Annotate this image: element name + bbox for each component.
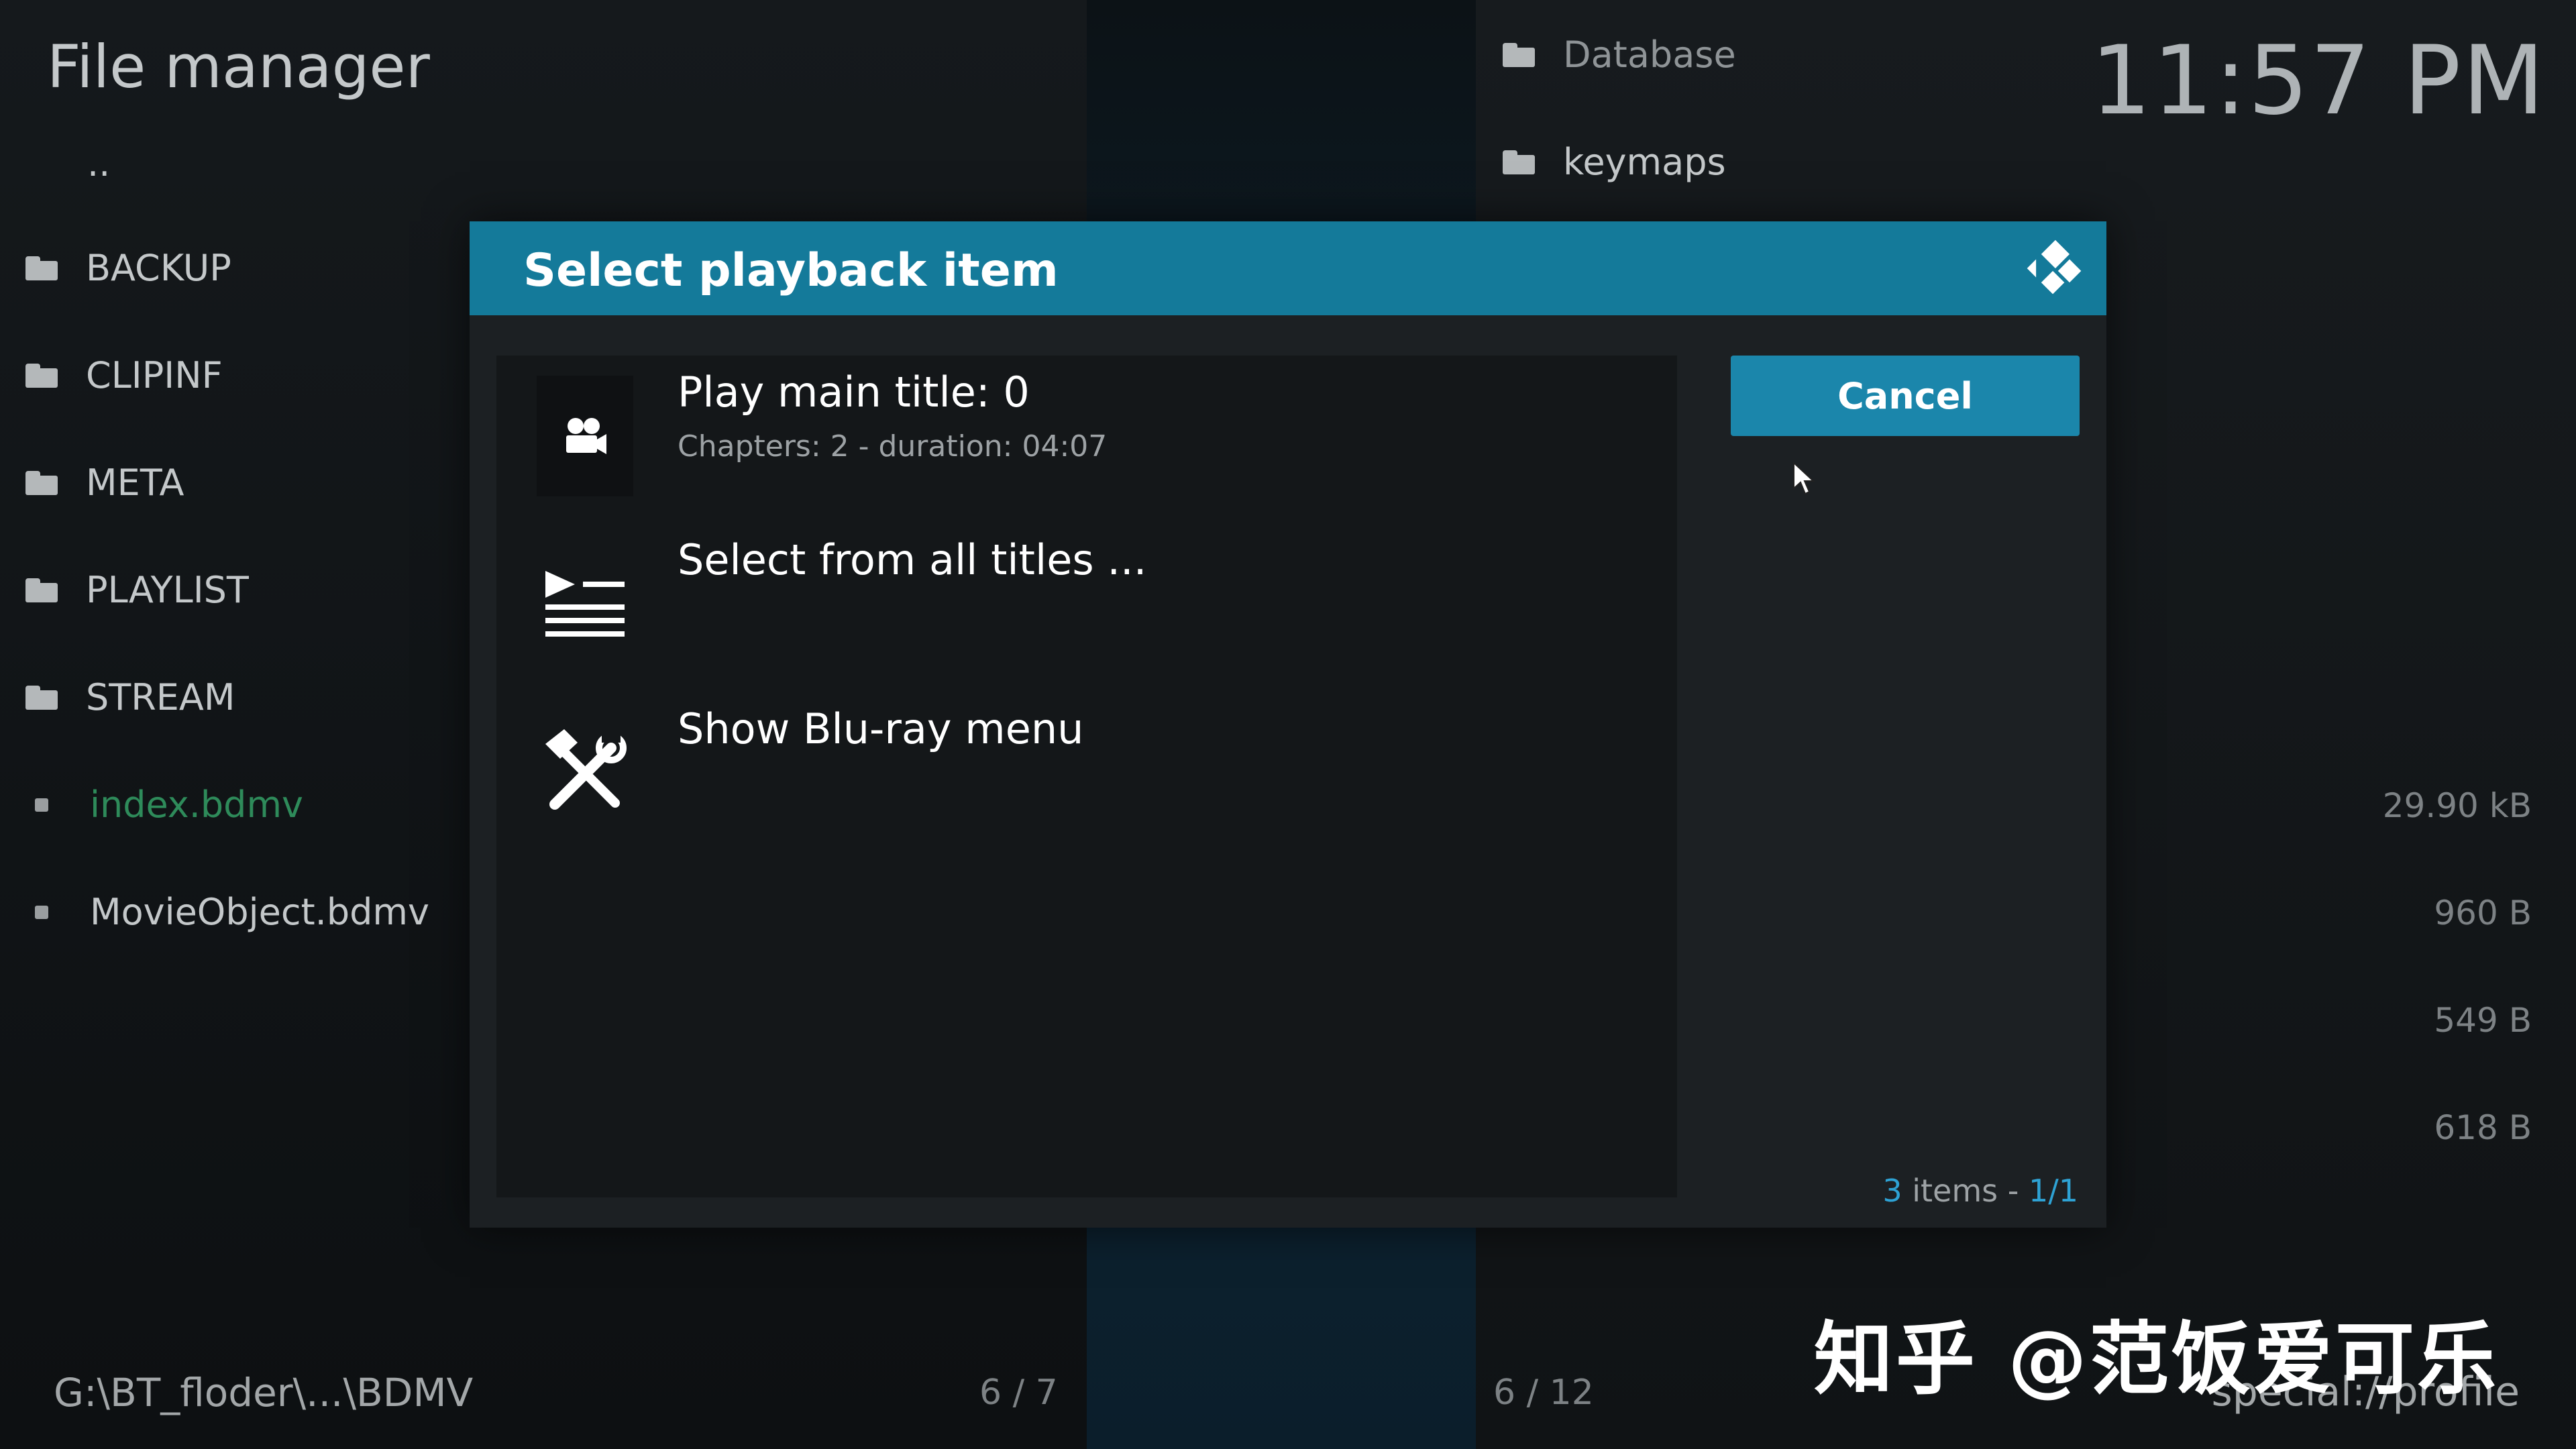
folder-label: META <box>86 462 184 504</box>
folder-label: PLAYLIST <box>86 569 249 611</box>
left-file-index-bdmv[interactable]: index.bdmv <box>25 784 303 826</box>
tools-icon <box>537 712 633 833</box>
file-size: 549 B <box>2434 1001 2532 1040</box>
folder-icon <box>25 685 58 710</box>
left-path: G:\BT_floder\...\BDMV <box>54 1370 474 1415</box>
file-icon <box>35 905 48 919</box>
dialog-title: Select playback item <box>523 244 1059 297</box>
folder-label: BACKUP <box>86 247 231 289</box>
items-page: 1/1 <box>2028 1173 2078 1209</box>
left-folder-clipinf[interactable]: CLIPINF <box>25 354 223 396</box>
dialog-header: Select playback item <box>470 221 2106 315</box>
right-folder-keymaps[interactable]: keymaps <box>1503 141 1726 183</box>
item-label: Show Blu-ray menu <box>678 704 1084 753</box>
left-item-count: 6 / 7 <box>979 1373 1058 1413</box>
video-camera-icon <box>537 376 633 496</box>
file-label: MovieObject.bdmv <box>90 891 429 933</box>
list-item-select-all-titles[interactable]: Select from all titles ... <box>496 523 1677 684</box>
file-size: 29.90 kB <box>2382 786 2532 825</box>
kodi-logo-icon <box>2027 239 2082 294</box>
left-folder-meta[interactable]: META <box>25 462 184 504</box>
folder-icon <box>1503 42 1535 67</box>
folder-icon <box>25 363 58 388</box>
file-icon <box>35 798 48 812</box>
right-item-count: 6 / 12 <box>1493 1373 1594 1413</box>
folder-icon <box>25 470 58 495</box>
select-playback-dialog: Select playback item Play main title: 0 … <box>470 221 2106 1228</box>
items-count-text: items - <box>1902 1173 2029 1209</box>
clock: 11:57 PM <box>2090 25 2546 136</box>
right-folder-database[interactable]: Database <box>1503 34 1736 76</box>
left-folder-playlist[interactable]: PLAYLIST <box>25 569 249 611</box>
page-title: File manager <box>47 32 430 101</box>
items-count-number: 3 <box>1882 1173 1902 1209</box>
folder-label: Database <box>1563 34 1736 76</box>
item-label: Play main title: 0 <box>678 368 1030 417</box>
file-size: 618 B <box>2434 1108 2532 1147</box>
item-label: Select from all titles ... <box>678 535 1147 584</box>
playback-item-list: Play main title: 0 Chapters: 2 - duratio… <box>496 356 1677 1197</box>
folder-icon <box>25 256 58 280</box>
file-label: index.bdmv <box>90 784 304 826</box>
parent-folder-item[interactable]: .. <box>87 142 110 184</box>
cancel-button[interactable]: Cancel <box>1731 356 2080 436</box>
mouse-cursor-icon <box>1793 462 1815 495</box>
item-subtitle: Chapters: 2 - duration: 04:07 <box>678 429 1108 464</box>
folder-label: STREAM <box>86 676 235 718</box>
items-count: 3 items - 1/1 <box>1882 1173 2078 1209</box>
left-file-movieobject-bdmv[interactable]: MovieObject.bdmv <box>25 891 429 933</box>
playlist-icon <box>537 543 633 664</box>
folder-label: keymaps <box>1563 141 1726 183</box>
list-item-show-bluray-menu[interactable]: Show Blu-ray menu <box>496 692 1677 853</box>
list-item-play-main-title[interactable]: Play main title: 0 Chapters: 2 - duratio… <box>496 356 1677 517</box>
file-size: 960 B <box>2434 894 2532 932</box>
parent-folder-label: .. <box>87 142 111 184</box>
folder-icon <box>25 578 58 602</box>
left-folder-backup[interactable]: BACKUP <box>25 247 231 289</box>
left-folder-stream[interactable]: STREAM <box>25 676 235 718</box>
folder-label: CLIPINF <box>86 354 223 396</box>
watermark: 知乎 @范饭爱可乐 <box>1813 1313 2499 1405</box>
folder-icon <box>1503 150 1535 174</box>
